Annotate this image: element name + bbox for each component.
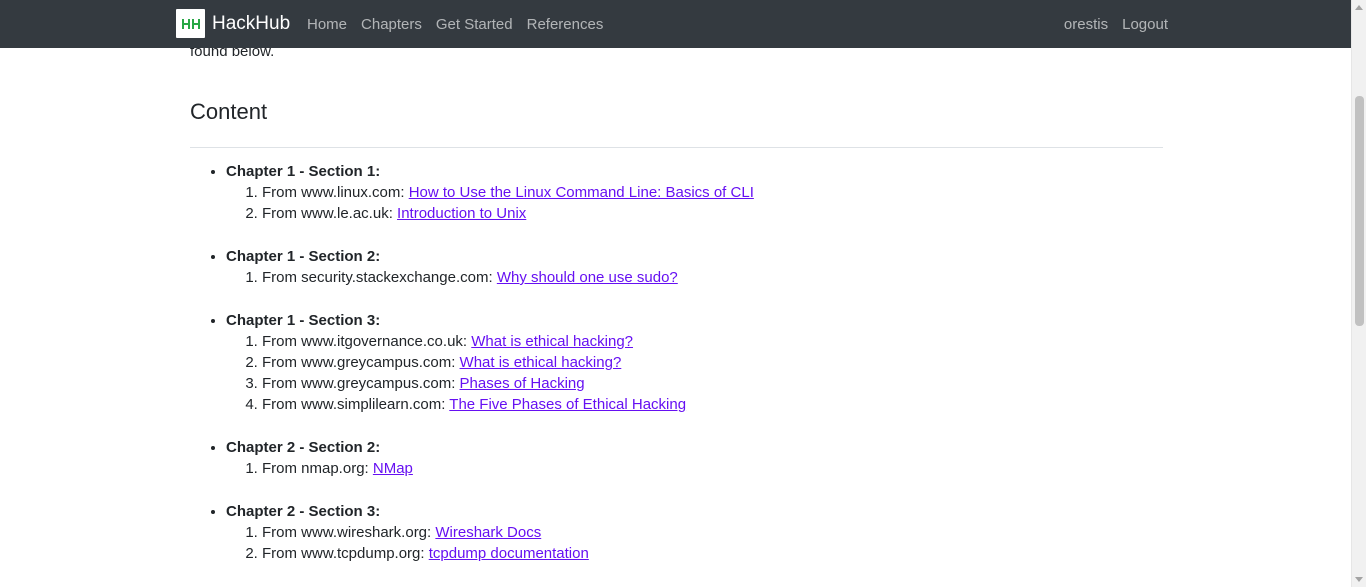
reference-link[interactable]: What is ethical hacking? (460, 354, 622, 371)
brand[interactable]: HackHub (176, 9, 290, 38)
reference-source: From security.stackexchange.com: (262, 269, 493, 286)
nav-link-references[interactable]: References (520, 16, 611, 33)
chapter-title: Chapter 1 - Section 2: (226, 248, 381, 265)
reference-source: From www.greycampus.com: (262, 354, 456, 371)
chapter-title: Chapter 1 - Section 1: (226, 163, 381, 180)
divider (190, 147, 1163, 148)
reference-list: From www.wireshark.org: Wireshark DocsFr… (226, 522, 754, 564)
reference-item: From nmap.org: NMap (262, 458, 754, 479)
reference-link[interactable]: Wireshark Docs (435, 524, 541, 541)
reference-link[interactable]: Introduction to Unix (397, 205, 526, 222)
reference-link[interactable]: What is ethical hacking? (471, 333, 633, 350)
chapter-item: Chapter 1 - Section 2: From security.stac… (226, 246, 754, 288)
chapter-item: Chapter 2 - Section 2: From nmap.org: NMa… (226, 437, 754, 479)
scrollbar-thumb[interactable] (1355, 96, 1364, 326)
reference-source: From www.linux.com: (262, 184, 405, 201)
content-heading: Content (190, 99, 268, 124)
reference-link[interactable]: NMap (373, 460, 413, 477)
scroll-down-arrow-icon[interactable] (1355, 577, 1363, 582)
reference-source: From nmap.org: (262, 460, 369, 477)
page-scrollbar[interactable] (1351, 0, 1366, 587)
chapter-item: Chapter 1 - Section 3: From www.itgoverna… (226, 310, 754, 415)
reference-source: From www.le.ac.uk: (262, 205, 393, 222)
chapter-list: Chapter 1 - Section 1: From www.linux.com… (190, 161, 754, 586)
reference-link[interactable]: Why should one use sudo? (497, 269, 678, 286)
reference-source: From www.wireshark.org: (262, 524, 432, 541)
chapter-item: Chapter 1 - Section 1: From www.linux.com… (226, 161, 754, 224)
reference-item: From www.tcpdump.org: tcpdump documentat… (262, 543, 754, 564)
nav-links: Home Chapters Get Started References (300, 0, 610, 48)
reference-item: From www.greycampus.com: What is ethical… (262, 352, 754, 373)
nav-user-area: orestis Logout (1057, 0, 1175, 48)
navbar: HackHub Home Chapters Get Started Refere… (0, 0, 1351, 48)
reference-item: From www.linux.com: How to Use the Linux… (262, 182, 754, 203)
reference-link[interactable]: How to Use the Linux Command Line: Basic… (409, 184, 754, 201)
nav-link-get-started[interactable]: Get Started (429, 16, 520, 33)
reference-list: From www.itgovernance.co.uk: What is eth… (226, 331, 754, 415)
reference-item: From www.le.ac.uk: Introduction to Unix (262, 203, 754, 224)
reference-list: From nmap.org: NMap (226, 458, 754, 479)
brand-name[interactable]: HackHub (212, 9, 290, 38)
reference-link[interactable]: tcpdump documentation (429, 545, 589, 562)
chapter-title: Chapter 2 - Section 2: (226, 439, 381, 456)
hh-logo-glyph-icon (181, 18, 200, 29)
reference-link[interactable]: The Five Phases of Ethical Hacking (449, 396, 686, 413)
reference-source: From www.itgovernance.co.uk: (262, 333, 468, 350)
reference-item: From www.greycampus.com: Phases of Hacki… (262, 373, 754, 394)
reference-list: From security.stackexchange.com: Why sho… (226, 267, 754, 288)
chapter-item: Chapter 2 - Section 3: From www.wireshark… (226, 501, 754, 564)
reference-list: From www.linux.com: How to Use the Linux… (226, 182, 754, 224)
nav-link-home[interactable]: Home (300, 16, 354, 33)
reference-source: From www.simplilearn.com: (262, 396, 446, 413)
nav-link-chapters[interactable]: Chapters (354, 16, 429, 33)
reference-item: From www.itgovernance.co.uk: What is eth… (262, 331, 754, 352)
reference-item: From www.simplilearn.com: The Five Phase… (262, 394, 754, 415)
hackhub-logo-icon[interactable] (176, 9, 205, 38)
reference-item: From security.stackexchange.com: Why sho… (262, 267, 754, 288)
reference-source: From www.tcpdump.org: (262, 545, 425, 562)
reference-link[interactable]: Phases of Hacking (460, 375, 585, 392)
reference-source: From www.greycampus.com: (262, 375, 456, 392)
nav-link-logout[interactable]: Logout (1115, 16, 1175, 33)
chapter-title: Chapter 2 - Section 3: (226, 503, 381, 520)
scroll-up-arrow-icon[interactable] (1355, 5, 1363, 10)
chapter-title: Chapter 1 - Section 3: (226, 312, 381, 329)
nav-link-username[interactable]: orestis (1057, 16, 1115, 33)
reference-item: From www.wireshark.org: Wireshark Docs (262, 522, 754, 543)
page: found below. Content Chapter 1 - Section… (0, 0, 1366, 587)
